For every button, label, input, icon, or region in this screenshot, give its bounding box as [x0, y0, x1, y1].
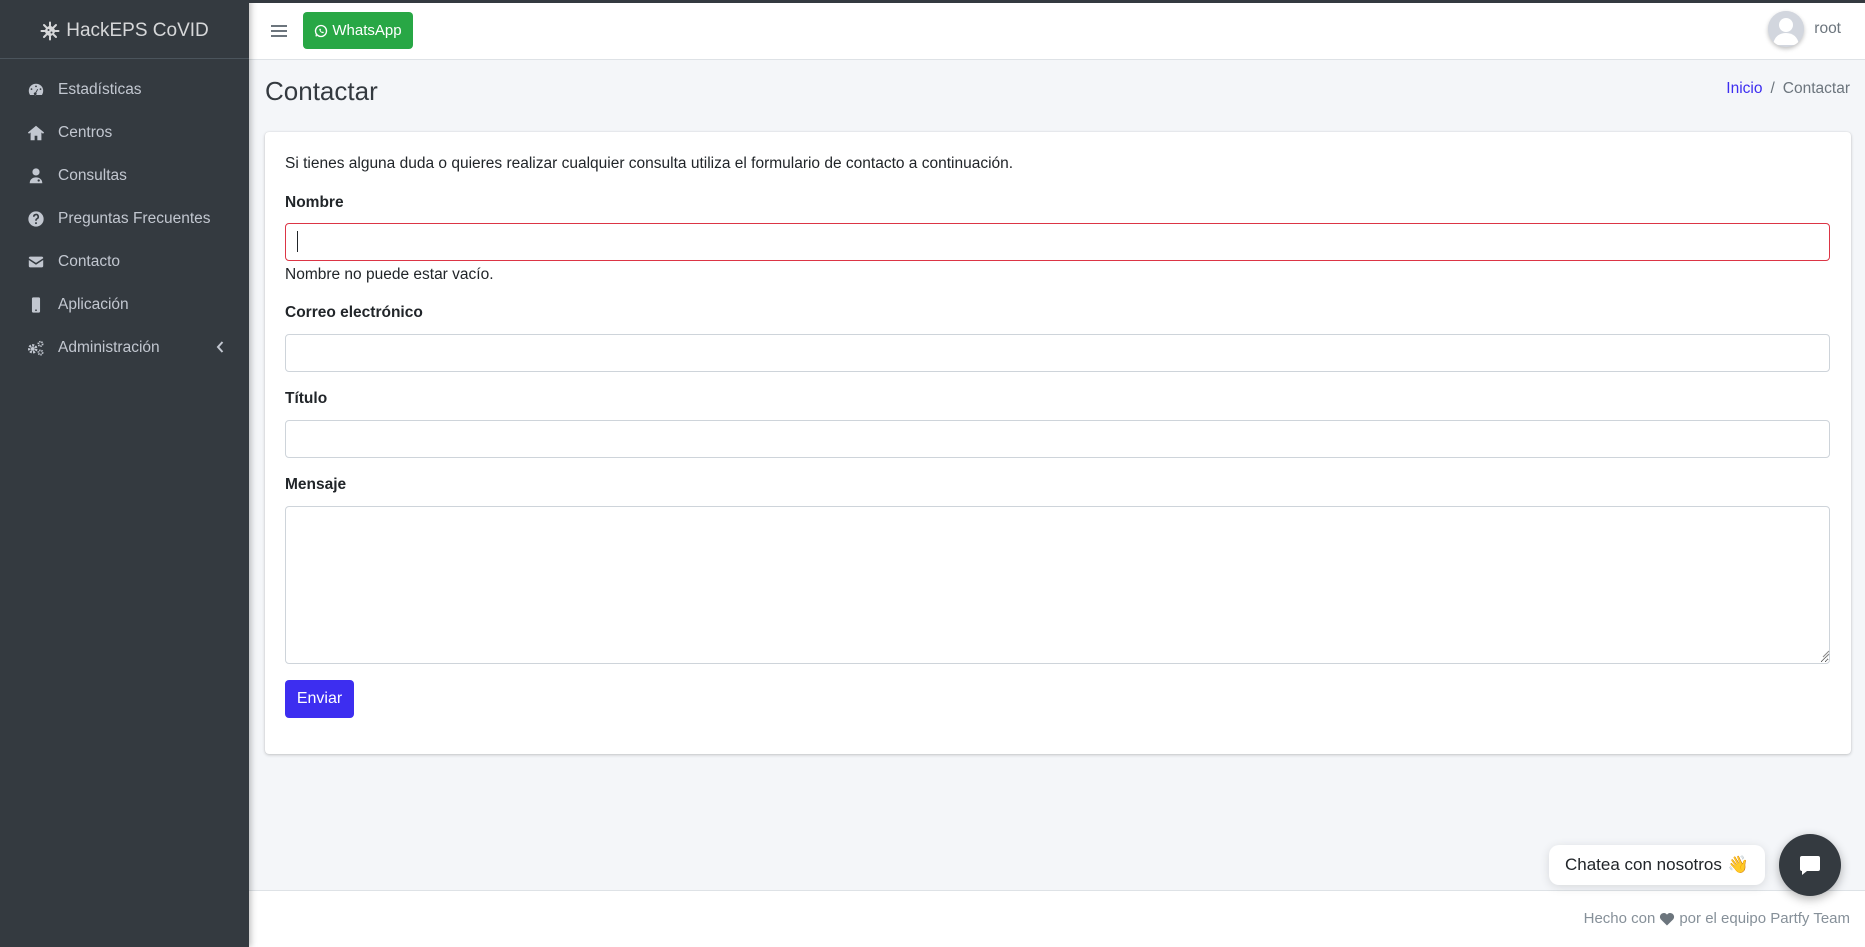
- resize-grip-icon[interactable]: [1822, 650, 1830, 658]
- sidebar: HackEPS CoVID Estadísticas Centros Consu…: [0, 0, 249, 947]
- sidebar-item-administracion[interactable]: Administración: [0, 326, 249, 369]
- user-menu[interactable]: root: [1768, 11, 1841, 47]
- sidebar-item-label: Contacto: [58, 252, 121, 270]
- footer-credits: Hecho con por el equipo Partfy Team: [1584, 910, 1850, 927]
- breadcrumb-home-link[interactable]: Inicio: [1726, 80, 1762, 98]
- whatsapp-label: WhatsApp: [332, 22, 402, 39]
- virus-icon: [40, 21, 60, 40]
- envelope-icon: [25, 253, 47, 271]
- footer: Hecho con por el equipo Partfy Team: [249, 890, 1865, 947]
- breadcrumb-current: Contactar: [1782, 80, 1850, 97]
- whatsapp-icon: [315, 24, 328, 37]
- sidebar-item-label: Consultas: [58, 166, 127, 184]
- whatsapp-button[interactable]: WhatsApp: [303, 12, 413, 49]
- sidebar-item-contacto[interactable]: Contacto: [0, 240, 249, 283]
- top-border: [0, 0, 1865, 3]
- message-textarea[interactable]: [285, 506, 1830, 664]
- page-title: Contactar: [265, 76, 378, 106]
- cogs-icon: [25, 339, 47, 357]
- sidebar-nav: Estadísticas Centros Consultas Preguntas…: [0, 59, 249, 369]
- avatar: [1768, 11, 1805, 47]
- chevron-left-icon: [216, 341, 224, 353]
- chat-invite-bubble[interactable]: Chatea con nosotros 👋: [1549, 845, 1766, 885]
- title-label: Título: [285, 390, 328, 407]
- breadcrumb-separator: /: [1770, 80, 1775, 97]
- sidebar-item-aplicacion[interactable]: Aplicación: [0, 283, 249, 326]
- sidebar-item-centros[interactable]: Centros: [0, 111, 249, 154]
- message-label: Mensaje: [285, 476, 347, 493]
- brand-link[interactable]: HackEPS CoVID: [0, 0, 249, 59]
- home-icon: [25, 124, 47, 142]
- submit-button[interactable]: Enviar: [285, 680, 354, 718]
- chat-invite-text: Chatea con nosotros: [1565, 855, 1722, 874]
- sidebar-item-label: Preguntas Frecuentes: [58, 209, 211, 227]
- footer-text-before: Hecho con: [1583, 910, 1656, 927]
- sidebar-item-consultas[interactable]: Consultas: [0, 154, 249, 197]
- question-circle-icon: [25, 210, 47, 228]
- name-label: Nombre: [285, 194, 344, 211]
- menu-toggle-icon[interactable]: [269, 22, 289, 40]
- top-navbar: WhatsApp root: [249, 3, 1865, 60]
- breadcrumb: Inicio / Contactar: [1726, 80, 1850, 98]
- waving-hand-icon: 👋: [1727, 855, 1750, 874]
- email-input[interactable]: [285, 334, 1830, 372]
- sidebar-item-label: Aplicación: [58, 295, 129, 313]
- user-md-icon: [25, 167, 47, 185]
- footer-text-after: por el equipo Partfy Team: [1679, 910, 1850, 927]
- chat-launcher-button[interactable]: [1779, 834, 1841, 896]
- name-error-message: Nombre no puede estar vacío.: [285, 266, 494, 283]
- contact-form-card: Si tienes alguna duda o quieres realizar…: [265, 132, 1851, 754]
- sidebar-item-estadisticas[interactable]: Estadísticas: [0, 68, 249, 111]
- text-caret: [297, 231, 298, 252]
- email-label: Correo electrónico: [285, 304, 423, 321]
- user-name: root: [1814, 20, 1841, 37]
- sidebar-item-label: Centros: [58, 123, 113, 141]
- title-input[interactable]: [285, 420, 1830, 458]
- sidebar-item-preguntas-frecuentes[interactable]: Preguntas Frecuentes: [0, 197, 249, 240]
- form-intro: Si tienes alguna duda o quieres realizar…: [285, 155, 1014, 172]
- sidebar-item-label: Estadísticas: [58, 80, 142, 98]
- tachometer-icon: [25, 81, 47, 99]
- chat-icon: [1800, 856, 1820, 875]
- mobile-icon: [25, 296, 47, 314]
- sidebar-item-label: Administración: [58, 338, 160, 356]
- name-input[interactable]: [285, 223, 1830, 261]
- brand-name: HackEPS CoVID: [66, 19, 209, 41]
- heart-icon: [1660, 912, 1675, 925]
